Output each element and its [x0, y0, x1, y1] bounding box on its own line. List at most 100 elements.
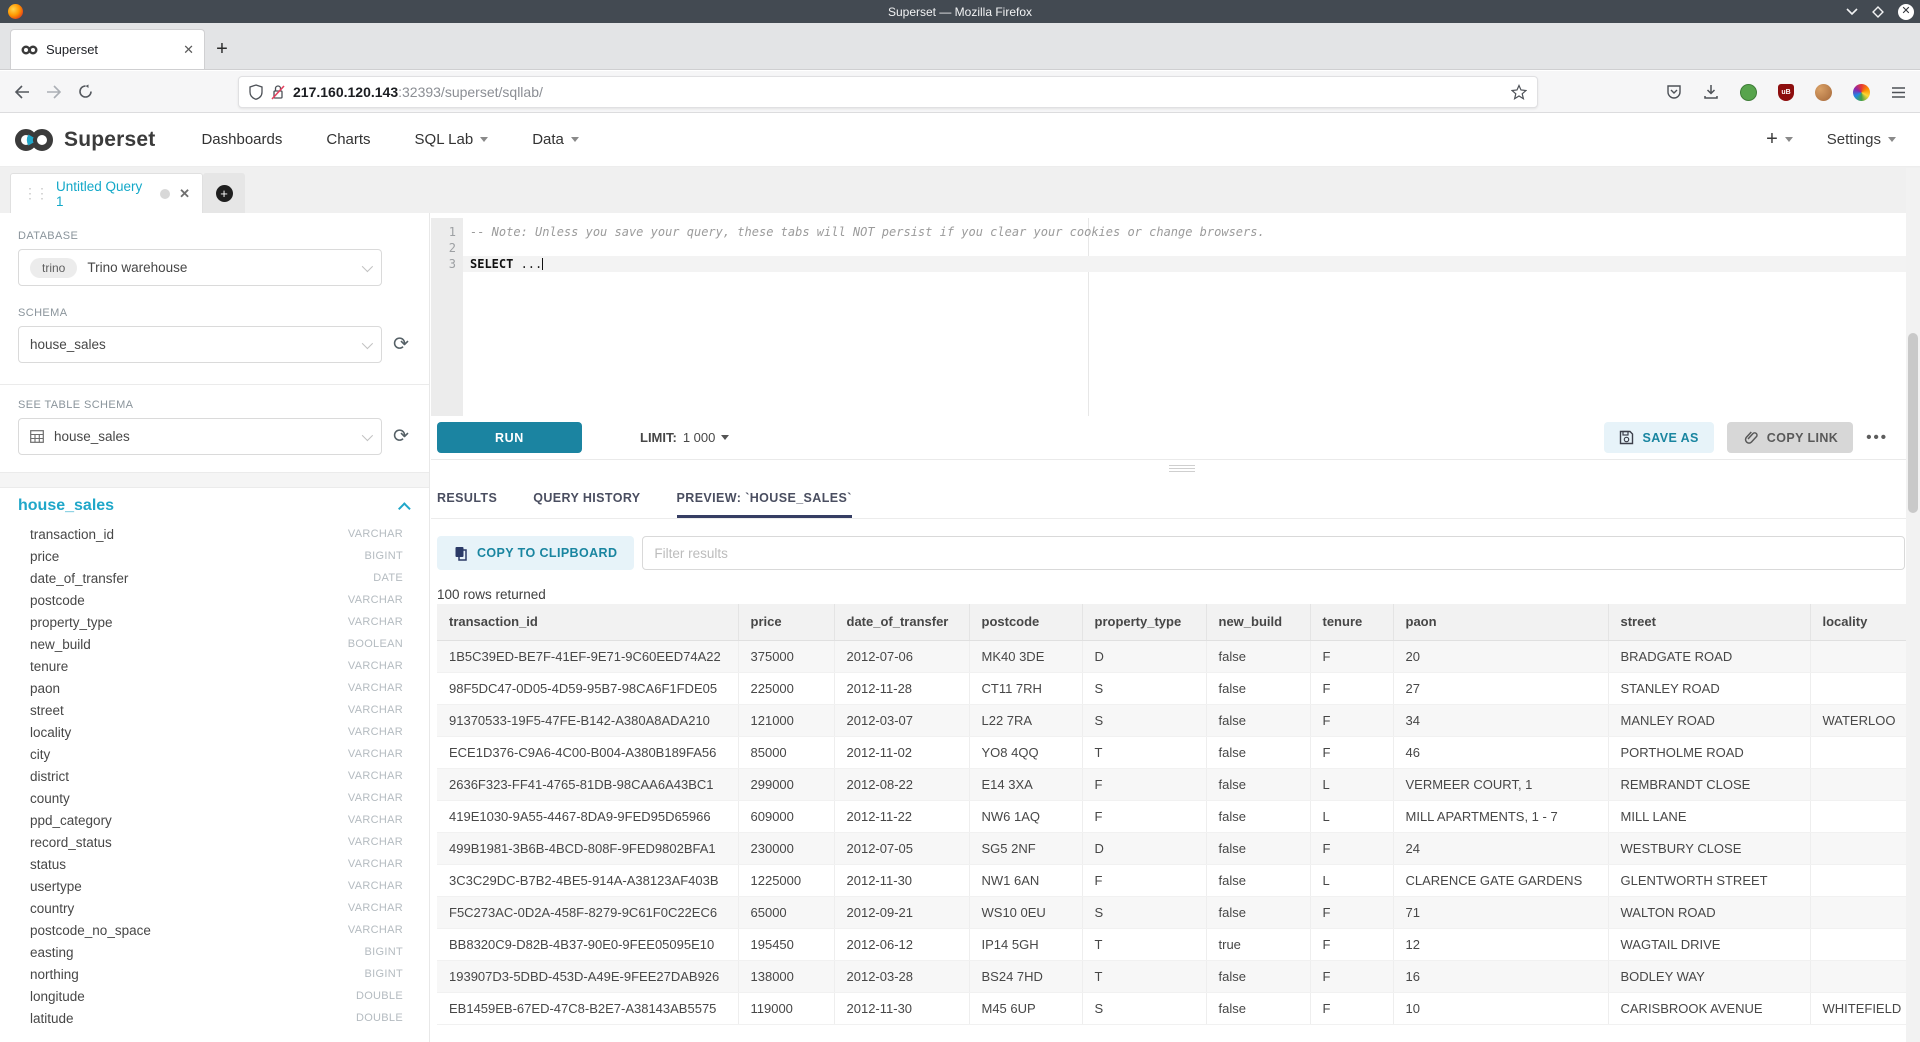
filter-results-input[interactable] [642, 536, 1905, 570]
table-row[interactable]: F5C273AC-0D2A-458F-8279-9C61F0C22EC6 650… [437, 896, 1906, 928]
database-select[interactable]: trino Trino warehouse [18, 249, 382, 286]
scrollbar-thumb[interactable] [1908, 333, 1918, 513]
query-tab-active[interactable]: ⋮⋮ Untitled Query 1 ✕ [10, 173, 203, 213]
cell-postcode: MK40 3DE [969, 640, 1082, 672]
page-scrollbar[interactable] [1906, 168, 1920, 1042]
more-actions-button[interactable]: ••• [1866, 429, 1888, 446]
nav-item-charts[interactable]: Charts [326, 131, 370, 148]
table-row[interactable]: ECE1D376-C9A6-4C00-B004-A380B189FA56 850… [437, 736, 1906, 768]
copy-link-button[interactable]: COPY LINK [1727, 422, 1853, 453]
grid-header-cell[interactable]: price [738, 604, 834, 640]
window-close-button[interactable]: ✕ [1898, 4, 1914, 20]
grid-header-cell[interactable]: paon [1393, 604, 1608, 640]
grid-header-cell[interactable]: new_build [1206, 604, 1310, 640]
cell-property-type: D [1082, 832, 1206, 864]
table-schema-title[interactable]: house_sales [18, 497, 402, 515]
extension-cookie-icon[interactable] [1815, 84, 1832, 101]
reload-button[interactable] [78, 84, 93, 99]
cell-postcode: M45 6UP [969, 992, 1082, 1024]
table-row[interactable]: 1B5C39ED-BE7F-41EF-9E71-9C60EED74A22 375… [437, 640, 1906, 672]
sqllab-main: 1 2 3 -- Note: Unless you save your quer… [431, 213, 1906, 1042]
grid-header-cell[interactable]: postcode [969, 604, 1082, 640]
column-type: VARCHAR [348, 616, 403, 628]
add-query-tab-button[interactable]: + [203, 173, 245, 213]
add-new-button[interactable]: + [1766, 128, 1793, 151]
table-row[interactable]: 2636F323-FF41-4765-81DB-98CAA6A43BC1 299… [437, 768, 1906, 800]
cell-paon: 46 [1393, 736, 1608, 768]
sql-editor[interactable]: 1 2 3 -- Note: Unless you save your quer… [431, 218, 1906, 416]
settings-label: Settings [1827, 131, 1881, 148]
new-tab-button[interactable]: + [205, 29, 239, 69]
cell-tenure: F [1310, 992, 1393, 1024]
browser-tab[interactable]: Superset ✕ [10, 29, 205, 69]
table-row[interactable]: 91370533-19F5-47FE-B142-A380A8ADA210 121… [437, 704, 1906, 736]
cell-date-of-transfer: 2012-03-07 [834, 704, 969, 736]
table-row[interactable]: 419E1030-9A55-4467-8DA9-9FED95D65966 609… [437, 800, 1906, 832]
pocket-icon[interactable] [1666, 84, 1682, 100]
cell-new-build: false [1206, 672, 1310, 704]
tab-preview-house-sales[interactable]: PREVIEW: `HOUSE_SALES` [677, 491, 852, 518]
extension-ublock-icon[interactable]: uB [1778, 84, 1794, 101]
tracking-shield-icon[interactable] [249, 84, 263, 100]
cell-postcode: SG5 2NF [969, 832, 1082, 864]
column-type: VARCHAR [348, 704, 403, 716]
tab-results[interactable]: RESULTS [437, 491, 497, 518]
forward-button[interactable] [46, 85, 62, 99]
bookmark-star-icon[interactable] [1511, 84, 1527, 100]
schema-select[interactable]: house_sales [18, 326, 382, 363]
table-row[interactable]: 98F5DC47-0D05-4D59-95B7-98CA6F1FDE05 225… [437, 672, 1906, 704]
cell-locality [1810, 736, 1906, 768]
column-name: status [30, 857, 348, 872]
table-select[interactable]: house_sales [18, 418, 382, 455]
row-count-text: 100 rows returned [437, 587, 546, 602]
save-as-label: SAVE AS [1643, 431, 1699, 445]
url-bar[interactable]: 217.160.120.143:32393/superset/sqllab/ [238, 76, 1538, 108]
extension-asterisk-icon[interactable] [1853, 84, 1870, 101]
query-tab-close-icon[interactable]: ✕ [179, 186, 190, 202]
cell-property-type: T [1082, 736, 1206, 768]
save-as-button[interactable]: SAVE AS [1604, 422, 1714, 453]
table-row[interactable]: 3C3C29DC-B7B2-4BE5-914A-A38123AF403B 122… [437, 864, 1906, 896]
back-button[interactable] [14, 85, 30, 99]
refresh-tables-button[interactable]: ⟳ [393, 427, 409, 446]
table-row[interactable]: EB1459EB-67ED-47C8-B2E7-A38143AB5575 119… [437, 992, 1906, 1024]
window-maximize-button[interactable] [1872, 6, 1884, 18]
editor-body[interactable]: -- Note: Unless you save your query, the… [463, 218, 1906, 416]
menu-hamburger-icon[interactable] [1891, 86, 1906, 99]
column-name: city [30, 747, 348, 762]
nav-item-sql-lab[interactable]: SQL Lab [415, 131, 489, 148]
copy-to-clipboard-button[interactable]: COPY TO CLIPBOARD [437, 536, 634, 570]
settings-menu[interactable]: Settings [1827, 131, 1896, 148]
extension-privacy-badger-icon[interactable] [1740, 84, 1757, 101]
column-type: VARCHAR [348, 858, 403, 870]
pane-resize-handle[interactable] [1169, 465, 1195, 472]
table-schema-label: SEE TABLE SCHEMA [18, 399, 429, 411]
nav-item-dashboards[interactable]: Dashboards [201, 131, 282, 148]
run-button[interactable]: RUN [437, 422, 582, 453]
table-row[interactable]: BB8320C9-D82B-4B37-90E0-9FEE05095E10 195… [437, 928, 1906, 960]
cell-street: MILL LANE [1608, 800, 1810, 832]
tab-query-history[interactable]: QUERY HISTORY [533, 491, 640, 518]
grid-header-cell[interactable]: date_of_transfer [834, 604, 969, 640]
refresh-schemas-button[interactable]: ⟳ [393, 335, 409, 354]
grid-header-cell[interactable]: transaction_id [437, 604, 738, 640]
grid-header-cell[interactable]: property_type [1082, 604, 1206, 640]
cell-new-build: false [1206, 992, 1310, 1024]
drag-handle-icon[interactable]: ⋮⋮ [23, 185, 47, 202]
tab-close-icon[interactable]: ✕ [183, 42, 194, 58]
window-title: Superset — Mozilla Firefox [0, 5, 1920, 19]
table-row[interactable]: 193907D3-5DBD-453D-A49E-9FEE27DAB926 138… [437, 960, 1906, 992]
limit-control[interactable]: LIMIT: 1 000 [640, 430, 729, 445]
grid-header-cell[interactable]: street [1608, 604, 1810, 640]
superset-navbar: Superset Dashboards Charts SQL Lab Data … [0, 113, 1920, 167]
table-row[interactable]: 499B1981-3B6B-4BCD-808F-9FED9802BFA1 230… [437, 832, 1906, 864]
downloads-icon[interactable] [1703, 84, 1719, 100]
column-name: district [30, 769, 348, 784]
grid-header-cell[interactable]: locality [1810, 604, 1906, 640]
nav-item-data[interactable]: Data [532, 131, 579, 148]
superset-brand[interactable]: Superset [14, 127, 155, 153]
grid-header-cell[interactable]: tenure [1310, 604, 1393, 640]
window-minimize-button[interactable] [1846, 8, 1858, 16]
insecure-lock-icon[interactable] [271, 84, 285, 100]
column-list-item: county VARCHAR [30, 787, 403, 809]
